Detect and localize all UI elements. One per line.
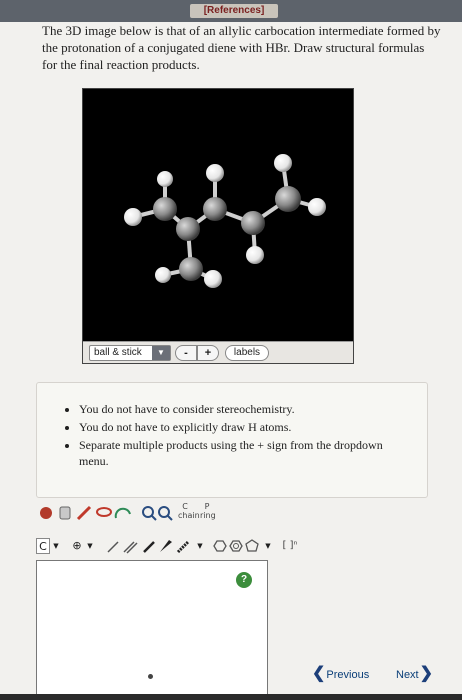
double-bond-icon[interactable] — [123, 541, 138, 554]
drawing-toolbar-bottom: C ▼ ⊕ ▼ ▼ ▼ [ ]ⁿ — [36, 536, 306, 556]
hash-bond-icon[interactable] — [176, 540, 190, 554]
question-text: The 3D image below is that of an allylic… — [42, 23, 441, 72]
instruction-item: Separate multiple products using the + s… — [79, 437, 407, 469]
hexagon-ring-icon[interactable] — [213, 540, 227, 552]
bottom-edge — [0, 694, 462, 700]
bracket-tool-label: [ ]ⁿ — [282, 540, 298, 551]
chevron-down-icon: ▼ — [152, 346, 170, 360]
molecule-3d-image — [124, 154, 326, 288]
instruction-item: You do not have to consider stereochemis… — [79, 401, 407, 417]
chevron-down-icon[interactable]: ▼ — [52, 538, 60, 554]
labels-button[interactable]: labels — [225, 345, 269, 361]
chevron-down-icon[interactable]: ▼ — [196, 538, 204, 554]
zoom-in-button[interactable]: + — [197, 345, 219, 361]
atom-template-label: C — [39, 540, 47, 553]
chevron-down-icon[interactable]: ▼ — [86, 538, 94, 554]
drawing-canvas[interactable] — [36, 560, 268, 700]
rotate-icon[interactable] — [114, 507, 131, 519]
chevron-down-icon[interactable]: ▼ — [264, 538, 272, 554]
viewer-controls: ball & stick ▼ - + labels — [83, 341, 353, 363]
display-style-select[interactable]: ball & stick ▼ — [89, 345, 171, 361]
chain-tool-button[interactable]: C chain — [178, 502, 200, 520]
ring-tool-label: P ring — [200, 502, 216, 520]
atom-template-button[interactable]: C — [36, 538, 50, 554]
chevron-right-icon: ❯ — [419, 665, 434, 682]
bracket-tool-button[interactable]: [ ]ⁿ — [280, 538, 300, 554]
single-bond-icon[interactable] — [107, 541, 119, 553]
wedge-bond-icon[interactable] — [160, 540, 172, 552]
drawing-toolbar-top: C chain P ring — [36, 500, 266, 526]
ring-tool-button[interactable]: P ring — [200, 502, 216, 520]
benzene-ring-icon[interactable] — [229, 540, 243, 552]
zoom-out-button[interactable]: - — [175, 345, 197, 361]
previous-label: Previous — [326, 669, 370, 681]
help-icon[interactable]: ? — [236, 572, 252, 588]
zoom-in-icon[interactable] — [142, 506, 157, 521]
canvas-dot — [148, 674, 153, 679]
hydrogen-atoms — [124, 154, 326, 288]
pentagon-ring-icon[interactable] — [245, 539, 259, 552]
eraser-icon[interactable] — [59, 506, 71, 520]
references-button[interactable]: [References] — [190, 4, 278, 18]
molecule-viewer[interactable]: ball & stick ▼ - + labels — [82, 88, 354, 364]
chevron-left-icon: ❮ — [312, 665, 326, 682]
hand-tool-icon[interactable] — [40, 507, 52, 519]
triple-bond-icon[interactable] — [143, 541, 155, 553]
pencil-icon[interactable] — [76, 505, 92, 521]
top-bar: [References] — [0, 0, 462, 22]
display-style-value: ball & stick — [94, 347, 142, 358]
previous-button[interactable]: ❮Previous — [312, 664, 369, 684]
zoom-out-icon[interactable] — [158, 506, 173, 521]
carbon-atoms — [153, 186, 301, 281]
instructions-panel: You do not have to consider stereochemis… — [36, 382, 428, 498]
instruction-item: You do not have to explicitly draw H ato… — [79, 419, 407, 435]
next-button[interactable]: Next❯ — [396, 664, 433, 684]
charge-icon[interactable]: ⊕ — [70, 538, 84, 554]
lasso-icon[interactable] — [96, 507, 112, 517]
next-label: Next — [396, 669, 419, 681]
